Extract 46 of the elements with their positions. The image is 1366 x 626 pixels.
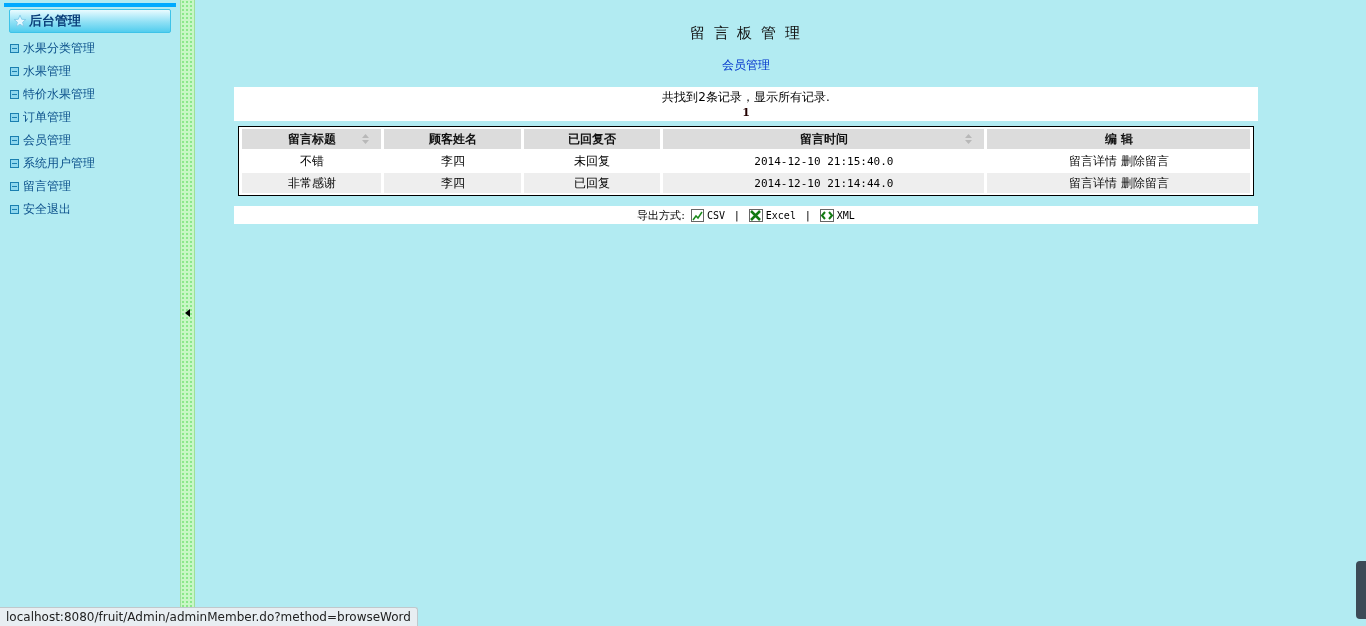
sidebar-item[interactable]: 水果分类管理 xyxy=(0,37,180,60)
sidebar-item[interactable]: 安全退出 xyxy=(0,198,180,221)
page-link[interactable]: 1 xyxy=(742,106,750,119)
export-link[interactable]: CSV xyxy=(691,208,726,222)
separator: | xyxy=(735,208,739,222)
export-link[interactable]: XML xyxy=(819,208,855,222)
sidebar-item[interactable]: 留言管理 xyxy=(0,175,180,198)
meter-widget xyxy=(1356,561,1366,619)
member-link[interactable]: 会员管理 xyxy=(722,57,770,74)
square-bullet-icon xyxy=(10,205,19,214)
action-link[interactable]: 留言详情 xyxy=(1068,175,1117,190)
sidebar-item[interactable]: 订单管理 xyxy=(0,106,180,129)
column-header: 已回复否 xyxy=(524,129,661,149)
export-label: 导出方式: xyxy=(637,207,685,223)
action-link[interactable]: 删除留言 xyxy=(1120,175,1169,190)
table-cell: 李四 xyxy=(384,173,522,193)
record-summary: 共找到2条记录，显示所有记录. xyxy=(662,89,830,106)
action-link[interactable]: 删除留言 xyxy=(1120,153,1169,168)
column-header[interactable]: 留言时间 xyxy=(663,129,985,149)
table-cell: 2014-12-10 21:14:44.0 xyxy=(663,173,985,193)
sidebar-item[interactable]: 系统用户管理 xyxy=(0,152,180,175)
action-link[interactable]: 留言详情 xyxy=(1068,153,1117,168)
sidebar-item[interactable]: 水果管理 xyxy=(0,60,180,83)
square-bullet-icon xyxy=(10,159,19,168)
square-bullet-icon xyxy=(10,113,19,122)
square-bullet-icon xyxy=(10,67,19,76)
export-link[interactable]: Excel xyxy=(748,208,796,222)
sidebar-item[interactable]: 会员管理 xyxy=(0,129,180,152)
square-bullet-icon xyxy=(10,90,19,99)
url-tooltip: localhost:8080/fruit/Admin/adminMember.do?method=browseWord xyxy=(0,607,418,626)
separator: | xyxy=(805,208,810,222)
square-bullet-icon xyxy=(10,44,19,53)
square-bullet-icon xyxy=(10,136,19,145)
square-bullet-icon xyxy=(10,182,19,191)
column-header: 顾客姓名 xyxy=(384,129,522,149)
sort-icon[interactable] xyxy=(965,134,973,144)
sidebar-title: 后台管理 xyxy=(29,12,81,30)
sidebar-item[interactable]: 特价水果管理 xyxy=(0,83,180,106)
table-cell: 已回复 xyxy=(524,173,661,193)
column-header: 编 辑 xyxy=(987,129,1250,149)
star-icon xyxy=(13,14,27,28)
table-cell: 非常感谢 xyxy=(242,173,382,193)
sort-icon[interactable] xyxy=(362,134,370,144)
collapse-arrow-icon[interactable] xyxy=(185,309,190,317)
column-header[interactable]: 留言标题 xyxy=(242,129,382,149)
page-title: 留 言 板 管 理 xyxy=(688,24,804,43)
